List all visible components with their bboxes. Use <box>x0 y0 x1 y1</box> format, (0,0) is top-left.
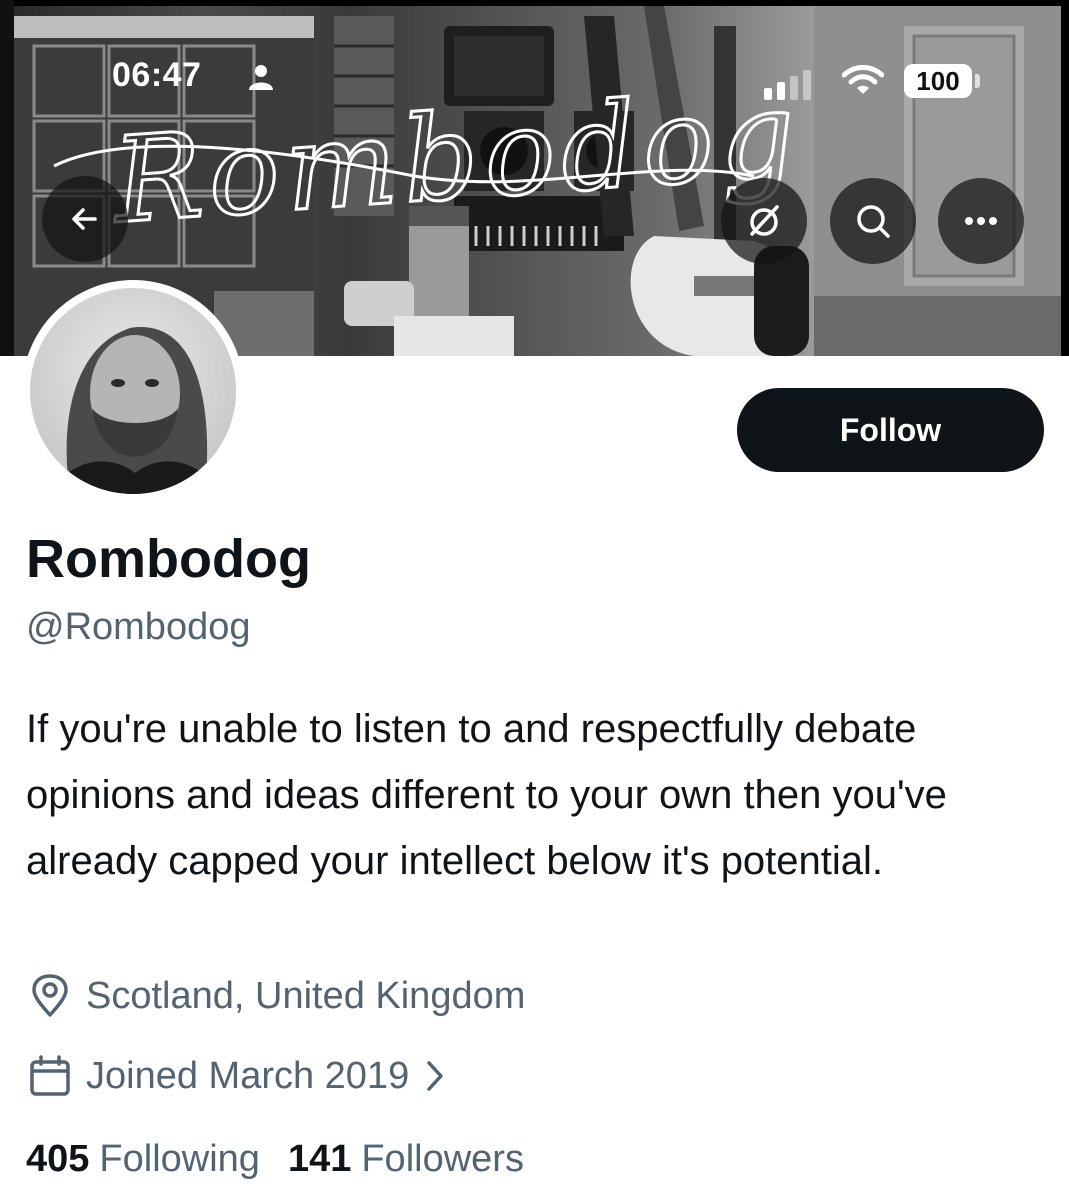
location-pin-icon <box>26 972 74 1020</box>
back-button[interactable] <box>42 176 128 262</box>
chevron-right-icon <box>425 1059 445 1093</box>
profile-joined[interactable]: Joined March 2019 <box>26 1052 445 1100</box>
display-name: Rombodog <box>26 529 311 589</box>
profile-bio: If you're unable to listen to and respec… <box>26 707 947 883</box>
follow-button[interactable]: Follow <box>737 388 1044 472</box>
signal-icon <box>764 70 811 100</box>
avatar-photo <box>30 288 236 494</box>
followers-label[interactable]: Followers <box>361 1138 524 1181</box>
battery-indicator: 100 <box>904 64 972 98</box>
wifi-icon <box>842 65 884 94</box>
more-button[interactable] <box>938 178 1024 264</box>
search-icon <box>857 205 890 238</box>
location-text: Scotland, United Kingdom <box>86 974 526 1017</box>
profile-avatar[interactable] <box>22 280 244 502</box>
banner-edge <box>0 0 14 356</box>
profile-location: Scotland, United Kingdom <box>26 972 525 1020</box>
status-time: 06:47 <box>112 56 202 94</box>
following-count[interactable]: 405 <box>26 1138 89 1181</box>
followers-count[interactable]: 141 <box>288 1138 351 1181</box>
slashed-circle-icon <box>750 205 779 236</box>
user-handle: @Rombodog <box>26 606 251 648</box>
grok-button[interactable] <box>721 178 807 264</box>
profile-stats: 405 Following 141 Followers <box>26 1138 552 1181</box>
search-button[interactable] <box>830 178 916 264</box>
person-icon <box>249 65 273 90</box>
following-label[interactable]: Following <box>99 1138 260 1181</box>
battery-tip <box>975 74 980 88</box>
joined-text: Joined March 2019 <box>86 1054 410 1097</box>
avatar-portrait <box>50 327 220 494</box>
arrow-left-icon <box>72 208 97 230</box>
calendar-icon <box>26 1052 74 1100</box>
more-horizontal-icon <box>965 217 997 225</box>
